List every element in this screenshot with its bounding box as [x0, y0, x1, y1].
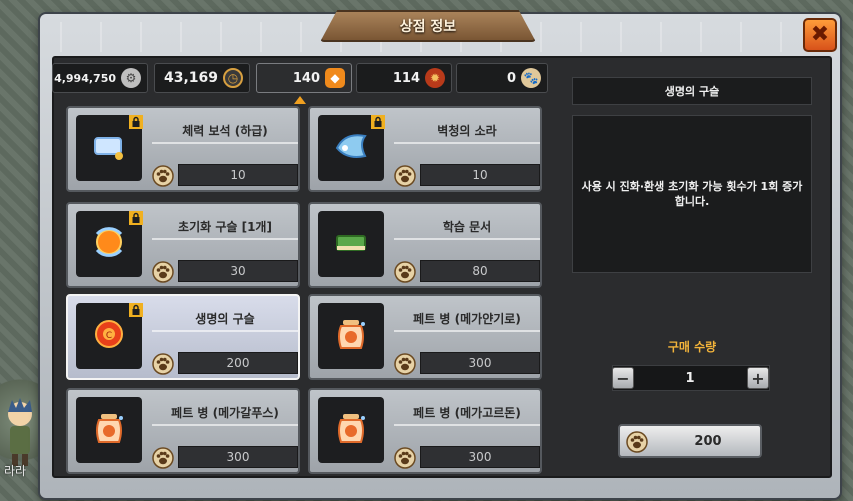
item-price: 10: [178, 164, 298, 186]
item-name: 페트 병 (메가얀기로): [394, 306, 540, 332]
orange-gem-icon: ◆: [325, 68, 345, 88]
shop-item-card[interactable]: C 생명의 구슬 200: [66, 294, 300, 380]
shop-item-card[interactable]: 페트 병 (메가고르돈) 300: [308, 388, 542, 474]
shop-item-card[interactable]: 페트 병 (메가얀기로) 300: [308, 294, 542, 380]
paw-token-icon: [394, 261, 416, 283]
item-thumbnail: [76, 210, 143, 277]
paw-token-icon: 🐾: [521, 68, 541, 88]
lock-icon: [129, 114, 143, 129]
shop-item-card[interactable]: 체력 보석 (하급) 10: [66, 106, 300, 192]
buy-price: 200: [694, 433, 722, 449]
item-name: 페트 병 (메가고르돈): [394, 400, 540, 426]
stopwatch-icon: ◷: [223, 68, 243, 88]
item-price: 300: [420, 446, 540, 468]
shop-item-card[interactable]: 초기화 구슬 [1개] 30: [66, 202, 300, 288]
item-price: 300: [178, 446, 298, 468]
currency-medal: 114 ✹: [356, 63, 452, 93]
item-price: 80: [420, 260, 540, 282]
item-name: 초기화 구슬 [1개]: [152, 214, 298, 240]
paw-token-icon: [152, 165, 174, 187]
item-price: 200: [178, 352, 298, 374]
pet-jar-icon: [331, 408, 371, 452]
reset-orb-icon: [89, 222, 129, 266]
item-thumbnail: [318, 211, 384, 277]
increase-quantity-button[interactable]: +: [747, 367, 769, 389]
item-name: 페트 병 (메가갈푸스): [152, 400, 298, 426]
medal-icon: ✹: [425, 68, 445, 88]
item-name: 생명의 구슬: [152, 306, 298, 332]
life-orb-icon: C: [89, 314, 129, 358]
paw-token-icon: [394, 447, 416, 469]
window-title-tab: 상점 정보: [320, 10, 536, 42]
item-price: 10: [420, 164, 540, 186]
paw-token-icon: [394, 165, 416, 187]
item-price: 30: [178, 260, 298, 282]
character-name: 라라: [4, 464, 27, 478]
shop-item-card[interactable]: 학습 문서 80: [308, 202, 542, 288]
close-icon: ✖: [810, 22, 830, 47]
shop-item-card[interactable]: 페트 병 (메가갈푸스) 300: [66, 388, 300, 474]
item-thumbnail: C: [76, 302, 143, 369]
detail-description: 사용 시 진화·환생 초기화 가능 횟수가 1회 증가합니다.: [572, 115, 812, 273]
item-name: 벽청의 소라: [394, 118, 540, 144]
quantity-value[interactable]: 1: [640, 366, 740, 390]
scroll-icon: [89, 126, 129, 170]
conch-shell-icon: [331, 126, 371, 170]
buy-button[interactable]: 200: [618, 424, 762, 458]
window-title: 상점 정보: [399, 19, 457, 35]
item-thumbnail: [76, 114, 143, 181]
item-price: 300: [420, 352, 540, 374]
item-name: 학습 문서: [394, 214, 540, 240]
lock-icon: [129, 302, 143, 317]
svg-text:C: C: [106, 331, 112, 341]
quantity-label: 구매 수량: [667, 340, 717, 354]
book-icon: [331, 222, 371, 266]
lock-icon: [129, 210, 143, 225]
paw-token-icon: [152, 261, 174, 283]
shop-item-card[interactable]: 벽청의 소라 10: [308, 106, 542, 192]
pet-jar-icon: [89, 408, 129, 452]
currency-gem[interactable]: 140 ◆: [256, 63, 352, 93]
character-avatar: [8, 398, 32, 466]
active-currency-caret-icon: [294, 96, 306, 104]
close-button[interactable]: ✖: [803, 18, 837, 52]
paw-token-icon: [626, 431, 648, 453]
item-name: 체력 보석 (하급): [152, 118, 298, 144]
currency-stopwatch: 43,169 ◷: [154, 63, 250, 93]
currency-coin: 4,994,750 ⚙: [52, 63, 148, 93]
pet-jar-icon: [331, 314, 371, 358]
paw-token-icon: [152, 447, 174, 469]
item-thumbnail: [318, 303, 384, 369]
paw-token-icon: [394, 353, 416, 375]
decrease-quantity-button[interactable]: −: [612, 367, 634, 389]
item-thumbnail: [318, 397, 384, 463]
item-thumbnail: [76, 397, 142, 463]
currency-paw: 0 🐾: [456, 63, 548, 93]
lock-icon: [371, 114, 385, 129]
item-thumbnail: [318, 114, 385, 181]
coin-icon: ⚙: [121, 68, 141, 88]
detail-title: 생명의 구슬: [572, 77, 812, 105]
paw-token-icon: [152, 353, 174, 375]
